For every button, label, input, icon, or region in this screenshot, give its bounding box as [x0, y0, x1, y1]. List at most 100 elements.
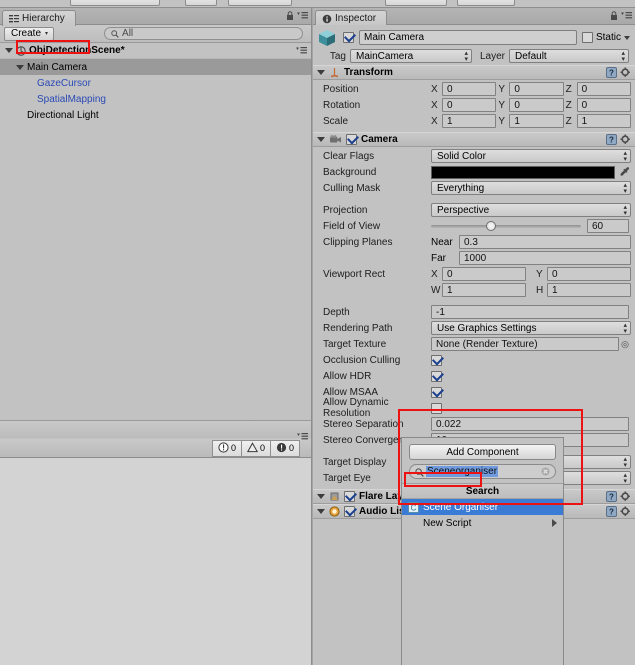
object-picker-icon[interactable]: ◎ [619, 339, 631, 350]
error-counter[interactable]: 0 [211, 439, 242, 457]
property-checkbox[interactable] [431, 354, 442, 366]
axis-input[interactable]: 0 [547, 267, 631, 281]
chevron-down-icon[interactable] [16, 64, 24, 70]
component-header[interactable]: Transform? [313, 65, 635, 80]
eyedropper-icon[interactable] [619, 166, 631, 178]
axis-input-x[interactable]: 0 [442, 82, 497, 96]
warning-counter[interactable]: 0 [241, 439, 271, 457]
toolbar-button-transform-tools[interactable] [70, 0, 160, 6]
hierarchy-item[interactable]: GazeCursor [0, 75, 311, 91]
panel-menu-icon[interactable] [297, 11, 308, 20]
gameobject-name-input[interactable]: Main Camera [359, 30, 577, 45]
property-row: Position X 0 Y 0 Z 0 [313, 81, 635, 97]
tab-hierarchy[interactable]: Hierarchy [2, 10, 76, 26]
gear-icon[interactable] [620, 67, 631, 78]
dropdown[interactable]: Perspective ▴ ▾ [431, 203, 631, 217]
add-component-result-item[interactable]: New Script [402, 515, 563, 531]
axis-input-y[interactable]: 1 [509, 114, 564, 128]
help-icon[interactable]: ? [606, 134, 617, 145]
axis-input[interactable]: 1 [547, 283, 631, 297]
axis-input-x[interactable]: 0 [442, 98, 497, 112]
property-row: Stereo Separation 0.022 [313, 416, 635, 432]
property-checkbox[interactable] [431, 386, 442, 398]
chevron-down-icon[interactable] [317, 494, 325, 499]
add-component-button[interactable]: Add Component [409, 444, 556, 460]
log-counter[interactable]: 0 [270, 439, 300, 457]
axis-input-z[interactable]: 1 [576, 114, 631, 128]
toolbar-button-collab[interactable] [385, 0, 447, 6]
axis-input-x[interactable]: 1 [442, 114, 497, 128]
chevron-down-icon[interactable] [317, 137, 325, 142]
fov-input[interactable]: 60 [587, 219, 629, 233]
close-icon[interactable] [541, 467, 550, 476]
help-icon[interactable]: ? [606, 491, 617, 502]
axis-input-y[interactable]: 0 [509, 82, 564, 96]
panel-menu-icon[interactable] [621, 11, 632, 20]
dropdown[interactable]: Solid Color ▴ ▾ [431, 149, 631, 163]
info-icon [276, 442, 287, 455]
color-swatch[interactable] [431, 165, 615, 179]
svg-text:?: ? [609, 492, 614, 501]
chevron-down-icon[interactable] [317, 509, 325, 514]
add-component-result-item[interactable]: C Scene Organiser [402, 499, 563, 515]
hierarchy-item-label: SpatialMapping [37, 93, 106, 105]
gear-icon[interactable] [620, 506, 631, 517]
static-checkbox[interactable] [581, 32, 593, 43]
property-row: Allow HDR [313, 368, 635, 384]
scene-context-menu-icon[interactable] [296, 46, 307, 55]
log-count: 0 [288, 443, 294, 453]
property-checkbox[interactable] [431, 370, 442, 382]
toolbar-button-account[interactable] [457, 0, 515, 6]
gear-icon[interactable] [620, 134, 631, 145]
dropdown[interactable]: Everything ▴ ▾ [431, 181, 631, 195]
inspector-panel: Inspector Main Camera Static Tag MainCam… [313, 8, 635, 665]
toolbar-button-pivot[interactable] [185, 0, 217, 6]
component-enabled-checkbox[interactable] [344, 506, 355, 517]
help-icon[interactable]: ? [606, 506, 617, 517]
component-enabled-checkbox[interactable] [344, 491, 355, 502]
svg-text:C: C [411, 503, 417, 512]
add-component-popup: Add Component Sceneorganiser Search C Sc… [401, 437, 564, 665]
object-field[interactable]: None (Render Texture) [431, 337, 619, 351]
chevron-down-icon[interactable] [5, 48, 13, 53]
axis-input[interactable]: 1 [442, 283, 526, 297]
component-header[interactable]: Camera? [313, 132, 635, 147]
number-input[interactable]: 1000 [459, 251, 631, 265]
layer-dropdown[interactable]: Default ▴ ▾ [509, 49, 629, 63]
create-button[interactable]: Create ▾ [4, 26, 55, 41]
svg-text:?: ? [609, 507, 614, 516]
gear-icon[interactable] [620, 491, 631, 502]
hierarchy-item[interactable]: Main Camera [0, 59, 311, 75]
updown-arrows-icon: ▴ ▾ [623, 455, 627, 469]
chevron-down-icon[interactable] [317, 70, 325, 75]
axis-input-z[interactable]: 0 [576, 98, 631, 112]
tag-dropdown[interactable]: MainCamera ▴ ▾ [350, 49, 472, 63]
slider-handle[interactable] [486, 221, 496, 231]
component-enabled-checkbox[interactable] [346, 134, 357, 145]
hierarchy-item[interactable]: SpatialMapping [0, 91, 311, 107]
text-input[interactable]: 0.022 [431, 417, 629, 431]
text-input[interactable]: -1 [431, 305, 629, 319]
property-checkbox[interactable] [431, 402, 442, 414]
chevron-down-icon[interactable] [624, 35, 630, 40]
axis-input[interactable]: 0 [442, 267, 526, 281]
console-menu-icon[interactable] [297, 432, 308, 441]
lock-icon[interactable] [610, 11, 618, 20]
help-icon[interactable]: ? [606, 67, 617, 78]
lock-icon[interactable] [286, 11, 294, 20]
dropdown[interactable]: Use Graphics Settings ▴ ▾ [431, 321, 631, 335]
tab-inspector[interactable]: Inspector [315, 10, 388, 26]
number-input[interactable]: 0.3 [459, 235, 631, 249]
fov-slider[interactable] [431, 219, 581, 233]
gameobject-active-checkbox[interactable] [343, 32, 354, 43]
scene-row[interactable]: ObjDetectionScene* [0, 43, 311, 59]
axis-label-z: Z [565, 115, 572, 127]
hierarchy-search-input[interactable]: All [104, 27, 303, 40]
add-component-search-input[interactable]: Sceneorganiser [409, 464, 556, 479]
hierarchy-item[interactable]: Directional Light [0, 107, 311, 123]
axis-input-z[interactable]: 0 [576, 82, 631, 96]
property-row: Clipping Planes Near 0.3 [313, 234, 635, 250]
inspector-content: Main Camera Static Tag MainCamera ▴ ▾ Lay… [313, 25, 635, 665]
toolbar-button-handle[interactable] [228, 0, 292, 6]
axis-input-y[interactable]: 0 [509, 98, 564, 112]
